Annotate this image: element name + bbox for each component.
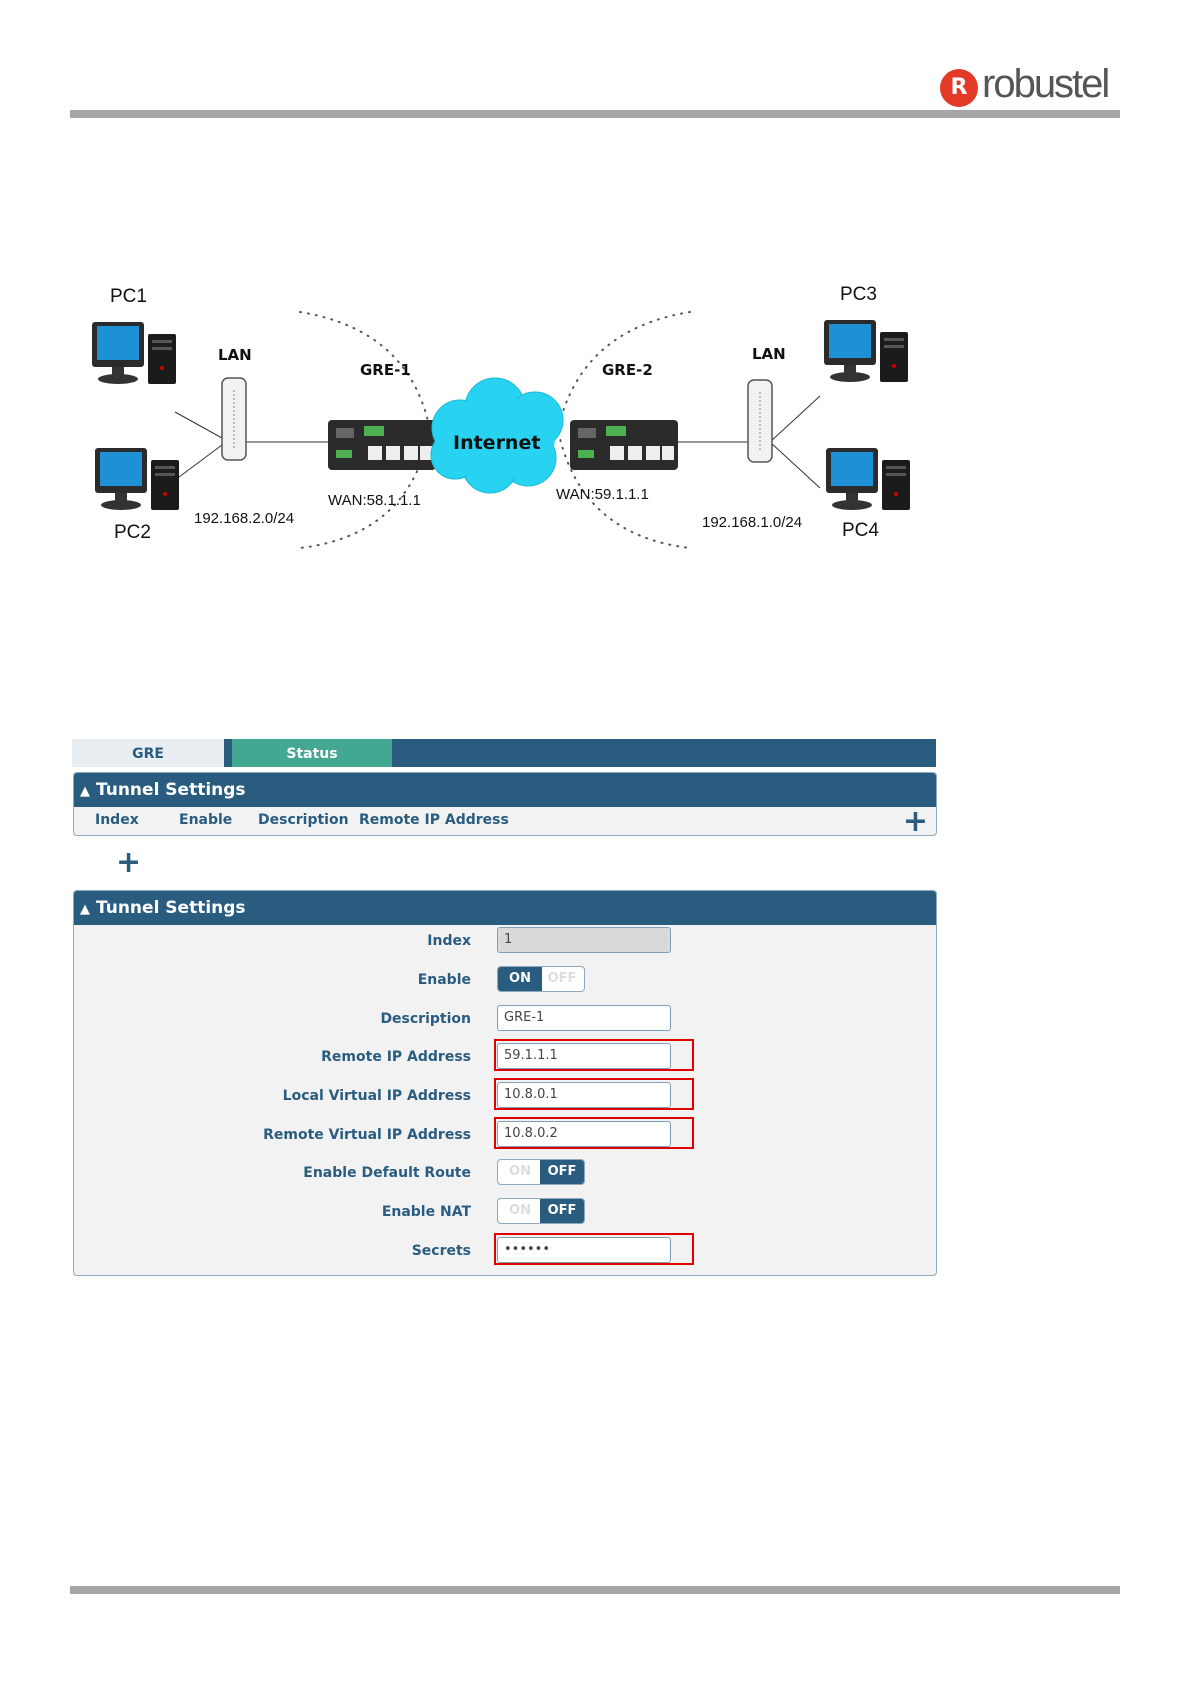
label-pc4: PC4 (842, 520, 879, 541)
tunnel-list-header[interactable]: ▲ Tunnel Settings (74, 773, 936, 807)
label-subnet-left: 192.168.2.0/24 (194, 510, 295, 527)
column-remote-ip: Remote IP Address (359, 812, 509, 828)
link-pc2-switch (174, 444, 223, 481)
label-wan-left: WAN:58.1.1.1 (328, 492, 421, 509)
highlight-box (494, 1039, 694, 1071)
link-pc1-switch (174, 411, 223, 439)
highlight-box (494, 1117, 694, 1149)
switch-right-icon (747, 379, 773, 463)
tab-bar: GRE Status (72, 739, 936, 767)
label-lan-right: LAN (752, 345, 786, 363)
pc1-computer-icon (92, 322, 176, 384)
default-route-toggle[interactable]: ON OFF (497, 1159, 585, 1185)
tunnel-list-title: Tunnel Settings (96, 780, 246, 800)
link-switch-pc4 (769, 441, 821, 489)
column-index: Index (95, 812, 139, 828)
label-pc1: PC1 (110, 286, 147, 307)
add-plus-icon[interactable]: + (116, 848, 141, 878)
network-diagram: PC1 PC2 PC3 PC4 LAN LAN GRE-1 GRE-2 Inte… (80, 284, 940, 590)
tunnel-settings-header[interactable]: ▲ Tunnel Settings (74, 891, 936, 925)
column-enable: Enable (179, 812, 233, 828)
enable-toggle[interactable]: ON OFF (497, 966, 585, 992)
row-index: Index 1 (74, 927, 936, 959)
label-subnet-right: 192.168.1.0/24 (702, 514, 803, 531)
row-enable: Enable ON OFF (74, 966, 936, 998)
row-local-virtual-ip: Local Virtual IP Address 10.8.0.1 (74, 1078, 936, 1114)
pc2-computer-icon (95, 448, 179, 510)
index-field: 1 (497, 927, 671, 953)
label-description: Description (380, 1011, 471, 1027)
label-pc2: PC2 (114, 522, 151, 543)
toggle-on: ON (498, 967, 542, 991)
row-default-route: Enable Default Route ON OFF (74, 1159, 936, 1191)
tunnel-settings-title: Tunnel Settings (96, 898, 246, 918)
row-nat: Enable NAT ON OFF (74, 1198, 936, 1230)
label-remote-virtual-ip: Remote Virtual IP Address (263, 1127, 471, 1143)
tab-gre[interactable]: GRE (72, 739, 224, 767)
chevron-up-icon: ▲ (80, 902, 90, 917)
tunnel-list-columns: Index Enable Description Remote IP Addre… (74, 807, 936, 835)
footer-rule (70, 1586, 1120, 1594)
nat-toggle[interactable]: ON OFF (497, 1198, 585, 1224)
pc3-computer-icon (824, 320, 908, 382)
highlight-box (494, 1233, 694, 1265)
robustel-logo: R robustel (940, 62, 1120, 110)
label-local-virtual-ip: Local Virtual IP Address (282, 1088, 471, 1104)
tunnel-settings-panel: ▲ Tunnel Settings Index 1 Enable ON OFF D… (73, 890, 937, 1276)
row-remote-ip: Remote IP Address 59.1.1.1 (74, 1039, 936, 1075)
label-secrets: Secrets (411, 1243, 471, 1259)
column-description: Description (258, 812, 349, 828)
label-remote-ip: Remote IP Address (321, 1049, 471, 1065)
label-enable: Enable (417, 972, 471, 988)
add-tunnel-plus-icon[interactable]: + (903, 807, 928, 837)
label-nat: Enable NAT (381, 1204, 471, 1220)
label-gre2: GRE-2 (602, 361, 653, 379)
tunnel-list-panel: ▲ Tunnel Settings Index Enable Descriptio… (73, 772, 937, 837)
logo-mark-icon: R (940, 69, 978, 107)
row-remote-virtual-ip: Remote Virtual IP Address 10.8.0.2 (74, 1117, 936, 1153)
label-gre1: GRE-1 (360, 361, 411, 379)
header-rule (70, 110, 1120, 118)
description-input[interactable]: GRE-1 (497, 1005, 671, 1031)
switch-left-icon (221, 377, 247, 461)
label-wan-right: WAN:59.1.1.1 (556, 486, 649, 503)
toggle-on: ON (509, 1164, 531, 1179)
toggle-on: ON (509, 1203, 531, 1218)
label-index: Index (427, 933, 471, 949)
tab-status[interactable]: Status (232, 739, 392, 767)
toggle-off: OFF (547, 971, 577, 986)
highlight-box (494, 1078, 694, 1110)
logo-text: robustel (982, 62, 1110, 106)
gre1-router-icon (328, 420, 436, 470)
chevron-up-icon: ▲ (80, 784, 90, 799)
gre2-router-icon (570, 420, 678, 470)
label-pc3: PC3 (840, 284, 877, 305)
label-lan-left: LAN (218, 346, 252, 364)
row-secrets: Secrets •••••• (74, 1233, 936, 1269)
row-description: Description GRE-1 (74, 1005, 936, 1037)
label-internet: Internet (453, 432, 541, 454)
link-switch-pc3 (769, 395, 821, 443)
label-default-route: Enable Default Route (303, 1165, 471, 1181)
pc4-computer-icon (826, 448, 910, 510)
toggle-off: OFF (540, 1199, 584, 1223)
toggle-off: OFF (540, 1160, 584, 1184)
